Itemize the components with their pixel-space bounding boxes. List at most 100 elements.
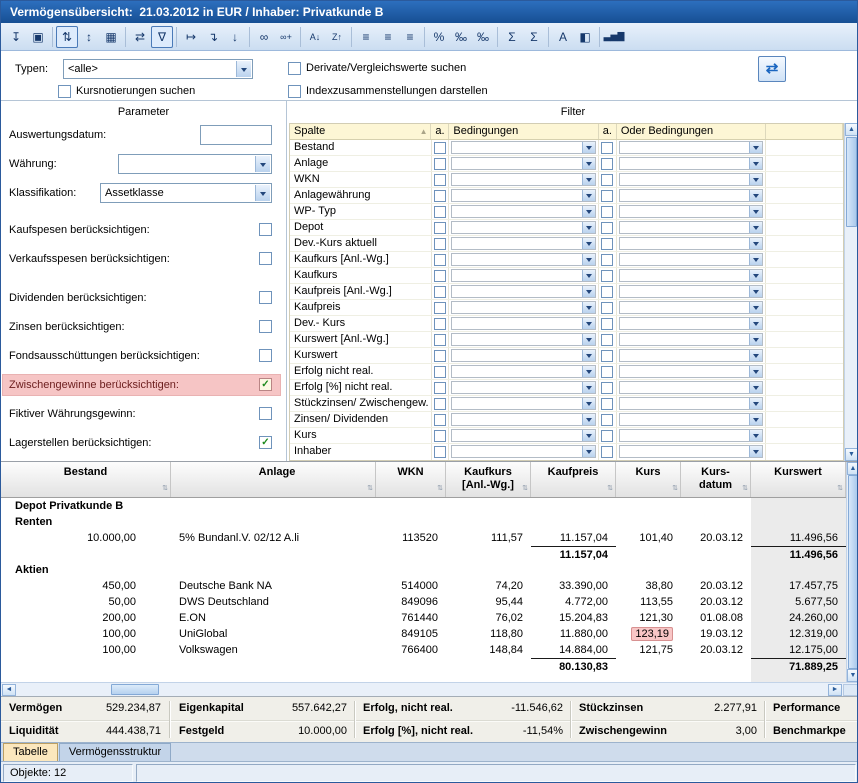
dropdown-arrow-icon[interactable] bbox=[582, 414, 595, 425]
dropdown-arrow-icon[interactable] bbox=[582, 222, 595, 233]
lagerstellen-checkbox[interactable]: Lagerstellen berücksichtigen:✓ bbox=[3, 433, 280, 453]
col-header-anlage[interactable]: Anlage⇅ bbox=[171, 462, 376, 497]
filter-condition-select[interactable] bbox=[451, 397, 595, 410]
dropdown-arrow-icon[interactable] bbox=[582, 430, 595, 441]
kursnotierungen-checkbox[interactable]: Kursnotierungen suchen bbox=[58, 84, 195, 100]
font-icon[interactable]: A bbox=[552, 26, 574, 48]
return-down-icon[interactable]: ↴ bbox=[202, 26, 224, 48]
filter-column-name[interactable]: Depot bbox=[290, 220, 432, 235]
filter-column-name[interactable]: Kaufkurs [Anl.-Wg.] bbox=[290, 252, 432, 267]
dropdown-arrow-icon[interactable] bbox=[582, 238, 595, 249]
filter-or-condition-select[interactable] bbox=[619, 429, 763, 442]
decimal-add-icon[interactable]: ‰ bbox=[450, 26, 472, 48]
filter-condition-select[interactable] bbox=[451, 381, 595, 394]
filter-or-condition-select[interactable] bbox=[619, 445, 763, 458]
refresh-icon[interactable]: ⇄ bbox=[129, 26, 151, 48]
filter-condition-select[interactable] bbox=[451, 349, 595, 362]
filter-active-checkbox[interactable] bbox=[434, 382, 446, 394]
filter-column-name[interactable]: Dev.-Kurs aktuell bbox=[290, 236, 432, 251]
filter-condition-select[interactable] bbox=[451, 221, 595, 234]
tab-vermoegensstruktur[interactable]: Vermögensstruktur bbox=[59, 743, 171, 761]
checkbox-box[interactable] bbox=[288, 62, 301, 75]
filter-condition-select[interactable] bbox=[451, 365, 595, 378]
filter-active-checkbox[interactable] bbox=[434, 414, 446, 426]
filter-or-active-checkbox[interactable] bbox=[601, 414, 613, 426]
percent-icon[interactable]: % bbox=[428, 26, 450, 48]
table-group-row[interactable]: Renten bbox=[1, 514, 846, 530]
filter-or-active-checkbox[interactable] bbox=[601, 446, 613, 458]
filter-condition-select[interactable] bbox=[451, 173, 595, 186]
filter-column-name[interactable]: Kaufkurs bbox=[290, 268, 432, 283]
filter-or-condition-select[interactable] bbox=[619, 253, 763, 266]
dropdown-arrow-icon[interactable] bbox=[749, 414, 762, 425]
filter-active-checkbox[interactable] bbox=[434, 318, 446, 330]
filter-condition-select[interactable] bbox=[451, 205, 595, 218]
sort-indicator-icon[interactable]: ⇅ bbox=[672, 482, 678, 495]
sort-indicator-icon[interactable]: ⇅ bbox=[742, 482, 748, 495]
scroll-down-icon[interactable]: ▼ bbox=[847, 669, 858, 682]
filter-col-spalte[interactable]: Spalte▲ bbox=[290, 124, 431, 139]
filter-condition-select[interactable] bbox=[451, 285, 595, 298]
dropdown-arrow-icon[interactable] bbox=[236, 61, 251, 77]
filter-condition-select[interactable] bbox=[451, 269, 595, 282]
verkaufsspesen-checkbox[interactable]: Verkaufsspesen berücksichtigen: bbox=[3, 249, 280, 269]
dropdown-arrow-icon[interactable] bbox=[582, 334, 595, 345]
filter-or-active-checkbox[interactable] bbox=[601, 318, 613, 330]
dropdown-arrow-icon[interactable] bbox=[749, 158, 762, 169]
checkbox-box[interactable] bbox=[58, 85, 71, 98]
filter-condition-select[interactable] bbox=[451, 429, 595, 442]
sort-indicator-icon[interactable]: ⇅ bbox=[162, 482, 168, 495]
filter-active-checkbox[interactable] bbox=[434, 302, 446, 314]
checkbox-box[interactable] bbox=[259, 291, 272, 304]
scrollbar-thumb[interactable] bbox=[846, 137, 857, 227]
dropdown-arrow-icon[interactable] bbox=[749, 238, 762, 249]
dropdown-arrow-icon[interactable] bbox=[749, 334, 762, 345]
table-scrollbar[interactable]: ▲ ▼ bbox=[846, 462, 858, 682]
table-row[interactable]: 10.000,00 5% Bundanl.V. 02/12 A.li 11352… bbox=[1, 530, 846, 546]
filter-or-active-checkbox[interactable] bbox=[601, 350, 613, 362]
filter-active-checkbox[interactable] bbox=[434, 174, 446, 186]
filter-column-name[interactable]: Stückzinsen/ Zwischengew. bbox=[290, 396, 432, 411]
fill-color-icon[interactable]: ◧ bbox=[574, 26, 596, 48]
dropdown-arrow-icon[interactable] bbox=[582, 318, 595, 329]
filter-or-condition-select[interactable] bbox=[619, 381, 763, 394]
filter-column-name[interactable]: Anlage bbox=[290, 156, 432, 171]
filter-or-active-checkbox[interactable] bbox=[601, 366, 613, 378]
dropdown-arrow-icon[interactable] bbox=[749, 366, 762, 377]
align-middle-icon[interactable]: ≡ bbox=[377, 26, 399, 48]
filter-or-active-checkbox[interactable] bbox=[601, 222, 613, 234]
dropdown-arrow-icon[interactable] bbox=[749, 382, 762, 393]
filter-or-active-checkbox[interactable] bbox=[601, 190, 613, 202]
dropdown-arrow-icon[interactable] bbox=[582, 158, 595, 169]
scrollbar-thumb[interactable] bbox=[111, 684, 159, 695]
filter-column-name[interactable]: Inhaber bbox=[290, 444, 432, 460]
filter-active-checkbox[interactable] bbox=[434, 142, 446, 154]
index-checkbox[interactable]: Indexzusammenstellungen darstellen bbox=[288, 84, 488, 100]
filter-column-name[interactable]: WKN bbox=[290, 172, 432, 187]
fondsausschuettungen-checkbox[interactable]: Fondsausschüttungen berücksichtigen: bbox=[3, 346, 280, 366]
filter-or-active-checkbox[interactable] bbox=[601, 430, 613, 442]
filter-active-checkbox[interactable] bbox=[434, 222, 446, 234]
dropdown-arrow-icon[interactable] bbox=[749, 430, 762, 441]
tab-tabelle[interactable]: Tabelle bbox=[3, 743, 58, 761]
table-row[interactable]: 50,00 DWS Deutschland 849096 95,44 4.772… bbox=[1, 594, 846, 610]
filter-condition-select[interactable] bbox=[451, 141, 595, 154]
sum-grid-icon[interactable]: Σ bbox=[523, 26, 545, 48]
sort-indicator-icon[interactable]: ⇅ bbox=[607, 482, 613, 495]
export-icon[interactable]: ↧ bbox=[5, 26, 27, 48]
col-header-kaufkurs[interactable]: Kaufkurs[Anl.-Wg.]⇅ bbox=[446, 462, 531, 497]
dropdown-arrow-icon[interactable] bbox=[582, 174, 595, 185]
dropdown-arrow-icon[interactable] bbox=[749, 318, 762, 329]
filter-or-condition-select[interactable] bbox=[619, 349, 763, 362]
filter-active-checkbox[interactable] bbox=[434, 254, 446, 266]
search-icon[interactable]: ∞ bbox=[253, 26, 275, 48]
table-group-row[interactable]: Depot Privatkunde B bbox=[1, 498, 846, 514]
filter-or-active-checkbox[interactable] bbox=[601, 206, 613, 218]
filter-or-condition-select[interactable] bbox=[619, 397, 763, 410]
filter-or-condition-select[interactable] bbox=[619, 221, 763, 234]
filter-condition-select[interactable] bbox=[451, 413, 595, 426]
decimal-remove-icon[interactable]: ‰ bbox=[472, 26, 494, 48]
dropdown-arrow-icon[interactable] bbox=[582, 382, 595, 393]
filter-condition-select[interactable] bbox=[451, 445, 595, 458]
align-top-icon[interactable]: ≡ bbox=[355, 26, 377, 48]
